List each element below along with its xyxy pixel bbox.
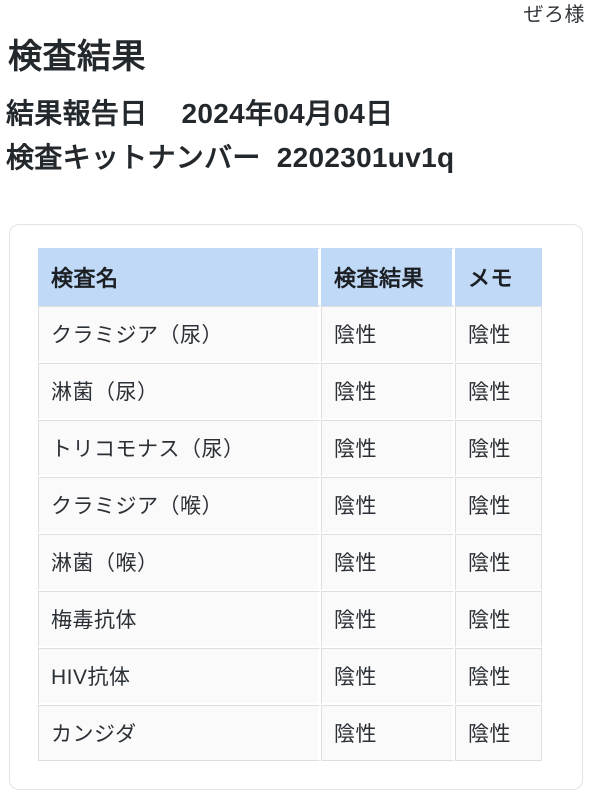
- cell-test-result: 陰性: [321, 420, 455, 477]
- cell-test-name: 淋菌（喉）: [38, 534, 321, 591]
- table-header-row: 検査名 検査結果 メモ: [38, 248, 542, 306]
- cell-memo: 陰性: [455, 648, 542, 705]
- kit-number-row: 検査キットナンバー 2202301uv1q: [6, 136, 593, 180]
- cell-test-result: 陰性: [321, 648, 455, 705]
- table-row: HIV抗体 陰性 陰性: [38, 648, 542, 705]
- report-date-label: 結果報告日: [6, 98, 148, 129]
- cell-memo: 陰性: [455, 705, 542, 761]
- test-results-table: 検査名 検査結果 メモ クラミジア（尿） 陰性 陰性 淋菌（尿） 陰性 陰性 ト…: [38, 248, 542, 761]
- table-row: クラミジア（喉） 陰性 陰性: [38, 477, 542, 534]
- cell-test-name: 淋菌（尿）: [38, 363, 321, 420]
- cell-test-name: クラミジア（尿）: [38, 306, 321, 363]
- report-date-value: 2024年04月04日: [181, 98, 394, 129]
- cell-test-name: 梅毒抗体: [38, 591, 321, 648]
- cell-test-name: HIV抗体: [38, 648, 321, 705]
- table-row: 淋菌（尿） 陰性 陰性: [38, 363, 542, 420]
- table-body: クラミジア（尿） 陰性 陰性 淋菌（尿） 陰性 陰性 トリコモナス（尿） 陰性 …: [38, 306, 542, 761]
- cell-memo: 陰性: [455, 534, 542, 591]
- cell-test-name: クラミジア（喉）: [38, 477, 321, 534]
- table-row: 梅毒抗体 陰性 陰性: [38, 591, 542, 648]
- table-row: クラミジア（尿） 陰性 陰性: [38, 306, 542, 363]
- cell-test-result: 陰性: [321, 534, 455, 591]
- result-meta-block: 結果報告日 2024年04月04日 検査キットナンバー 2202301uv1q: [6, 92, 593, 180]
- cell-test-result: 陰性: [321, 306, 455, 363]
- cell-memo: 陰性: [455, 363, 542, 420]
- cell-memo: 陰性: [455, 420, 542, 477]
- cell-memo: 陰性: [455, 306, 542, 363]
- column-header-test-name: 検査名: [38, 248, 321, 306]
- cell-test-result: 陰性: [321, 705, 455, 761]
- cell-memo: 陰性: [455, 591, 542, 648]
- cell-test-result: 陰性: [321, 477, 455, 534]
- column-header-memo: メモ: [455, 248, 542, 306]
- table-row: カンジダ 陰性 陰性: [38, 705, 542, 761]
- column-header-test-result: 検査結果: [321, 248, 455, 306]
- kit-number-value: 2202301uv1q: [276, 142, 455, 173]
- top-user-bar: ぜろ様: [0, 0, 593, 30]
- cell-test-name: トリコモナス（尿）: [38, 420, 321, 477]
- report-date-row: 結果報告日 2024年04月04日: [6, 92, 593, 136]
- table-row: トリコモナス（尿） 陰性 陰性: [38, 420, 542, 477]
- kit-number-label: 検査キットナンバー: [6, 142, 261, 173]
- results-card: 検査名 検査結果 メモ クラミジア（尿） 陰性 陰性 淋菌（尿） 陰性 陰性 ト…: [9, 224, 583, 790]
- cell-test-result: 陰性: [321, 363, 455, 420]
- cell-test-name: カンジダ: [38, 705, 321, 761]
- user-name-label: ぜろ様: [523, 4, 585, 26]
- cell-memo: 陰性: [455, 477, 542, 534]
- page-title: 検査結果: [8, 38, 146, 76]
- cell-test-result: 陰性: [321, 591, 455, 648]
- table-row: 淋菌（喉） 陰性 陰性: [38, 534, 542, 591]
